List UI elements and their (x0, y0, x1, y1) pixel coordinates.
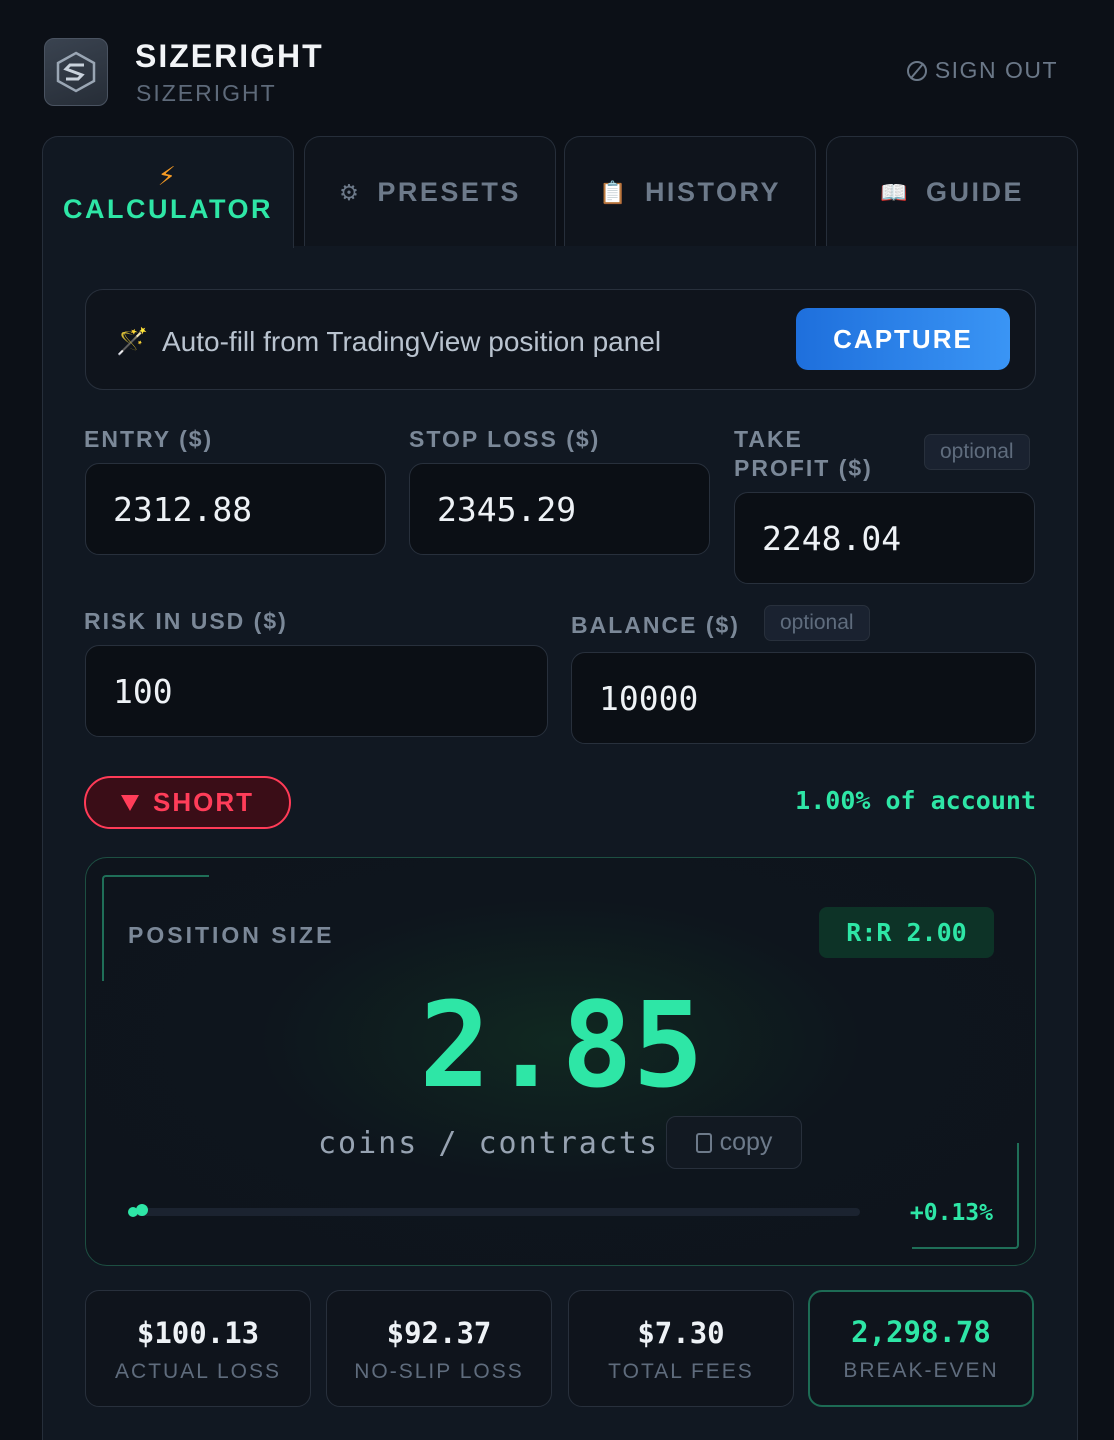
stat-label: BREAK-EVEN (843, 1359, 999, 1382)
risk-label: RISK IN USD ($) (84, 608, 288, 634)
stat-actual-loss: $100.13 ACTUAL LOSS (85, 1290, 311, 1407)
copy-icon (695, 1132, 712, 1153)
lightning-icon: ⚡ (157, 160, 179, 191)
direction-label: SHORT (153, 787, 254, 817)
stat-total-fees: $7.30 TOTAL FEES (568, 1290, 794, 1407)
header: SIZERIGHT SIZERIGHT SIGN OUT (0, 0, 1114, 130)
app-title: SIZERIGHT (135, 38, 324, 74)
account-risk-percent: 1.00% of account (795, 786, 1036, 815)
take-profit-label-line1: TAKE (734, 426, 803, 452)
capture-button[interactable]: CAPTURE (796, 308, 1010, 370)
stat-no-slip-loss: $92.37 NO-SLIP LOSS (326, 1290, 552, 1407)
copy-label: copy (719, 1128, 773, 1156)
app-logo (44, 38, 108, 106)
autofill-bar: 🪄 Auto-fill from TradingView position pa… (85, 289, 1036, 390)
position-size-unit: coins / contracts (318, 1126, 660, 1161)
stat-label: NO-SLIP LOSS (354, 1360, 524, 1383)
logo-icon (56, 51, 96, 93)
tab-label: CALCULATOR (63, 193, 273, 224)
corner-accent (912, 1143, 1019, 1249)
book-icon: 📖 (880, 179, 910, 205)
stat-label: ACTUAL LOSS (115, 1360, 281, 1383)
stat-value: $92.37 (386, 1316, 492, 1350)
balance-input[interactable] (571, 652, 1036, 744)
entry-label: ENTRY ($) (84, 426, 214, 452)
sign-out-button[interactable]: SIGN OUT (906, 57, 1058, 84)
direction-short-toggle[interactable]: SHORT (84, 776, 291, 829)
tab-label: GUIDE (925, 177, 1024, 207)
copy-button[interactable]: copy (666, 1116, 802, 1169)
sign-out-label: SIGN OUT (934, 57, 1058, 83)
balance-label: BALANCE ($) (571, 612, 740, 638)
stat-value: 2,298.78 (851, 1315, 991, 1349)
stat-value: $7.30 (637, 1316, 725, 1350)
move-progress-marker (135, 1204, 148, 1216)
stat-label: TOTAL FEES (608, 1360, 754, 1383)
clipboard-icon: 📋 (599, 179, 629, 205)
position-size-label: POSITION SIZE (128, 922, 335, 948)
risk-input[interactable] (85, 645, 548, 737)
position-size-value: 2.85 (419, 976, 704, 1114)
tab-guide[interactable]: 📖 GUIDE (826, 136, 1078, 248)
risk-reward-badge: R:R 2.00 (819, 907, 994, 958)
tab-presets[interactable]: ⚙ PRESETS (304, 136, 556, 248)
move-progress-track (128, 1204, 860, 1217)
tab-history[interactable]: 📋 HISTORY (564, 136, 816, 248)
autofill-text: Auto-fill from TradingView position pane… (162, 326, 662, 357)
move-percent: +0.13% (909, 1200, 993, 1226)
position-size-card: POSITION SIZE R:R 2.00 2.85 coins / cont… (85, 857, 1036, 1266)
down-triangle-icon (121, 794, 139, 811)
take-profit-label-line2: PROFIT ($) (734, 455, 873, 481)
sign-out-icon (906, 60, 927, 81)
stat-break-even: 2,298.78 BREAK-EVEN (808, 1290, 1034, 1407)
tab-label: HISTORY (644, 177, 781, 207)
entry-input[interactable] (85, 463, 386, 555)
balance-optional-badge: optional (764, 605, 870, 641)
take-profit-optional-badge: optional (924, 434, 1030, 470)
app-subtitle: SIZERIGHT (136, 80, 277, 106)
tab-calculator[interactable]: ⚡ CALCULATOR (42, 136, 294, 248)
magic-wand-icon: 🪄 (116, 326, 149, 356)
stat-value: $100.13 (136, 1316, 260, 1350)
tab-label: PRESETS (377, 177, 521, 207)
take-profit-input[interactable] (734, 492, 1035, 584)
stop-loss-label: STOP LOSS ($) (409, 426, 601, 452)
stop-loss-input[interactable] (409, 463, 710, 555)
gear-icon: ⚙ (339, 179, 362, 205)
